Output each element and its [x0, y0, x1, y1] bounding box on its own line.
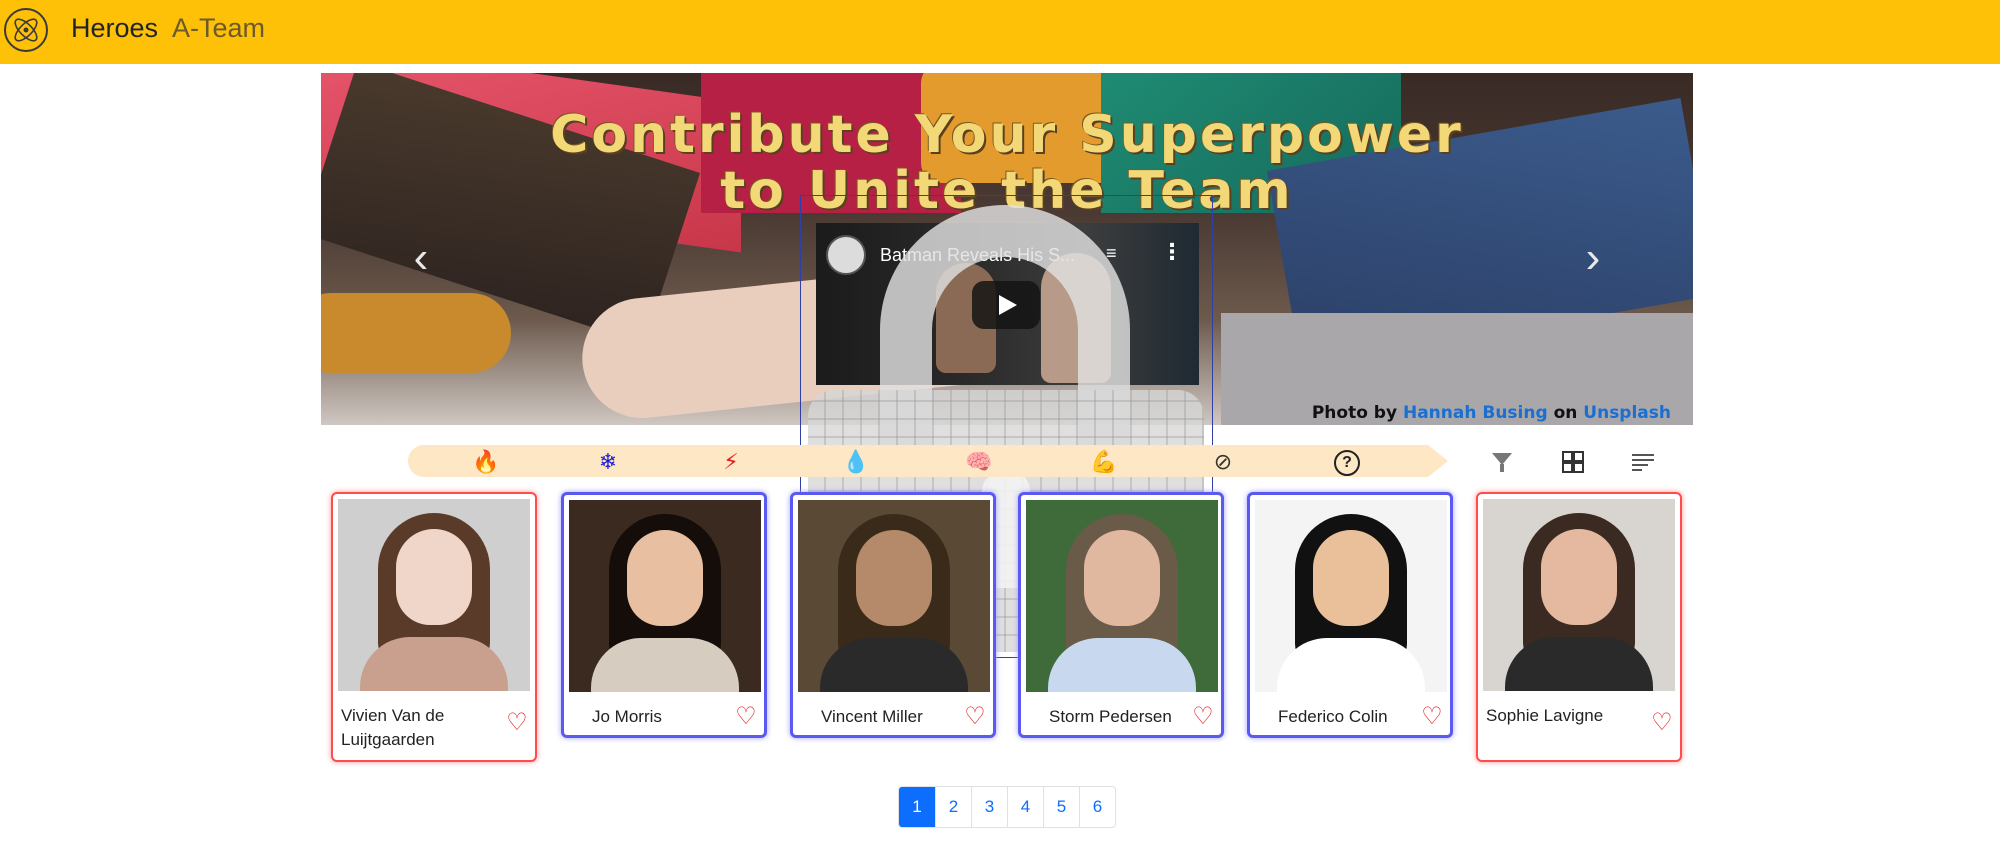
heart-outline-icon[interactable]: ♡ [734, 705, 758, 729]
lightning-icon[interactable]: ⚡ [718, 449, 744, 475]
hero-photo-torso [360, 637, 508, 691]
hero-card[interactable]: Jo Morris ♡ [561, 492, 767, 738]
grid-square [1562, 462, 1573, 473]
heart-outline-icon[interactable]: ♡ [1650, 711, 1674, 735]
page-link-1[interactable]: 1 [899, 787, 935, 827]
page-link-4[interactable]: 4 [1007, 787, 1043, 827]
hero-photo-torso [1048, 638, 1196, 692]
hero-card[interactable]: Vivien Van de Luijtgaarden ♡ [331, 492, 537, 762]
banner-photo-part [321, 293, 511, 373]
hero-photo-torso [1277, 638, 1425, 692]
banner-headline-line1: Contribute Your Superpower [550, 105, 1464, 165]
page-link-5[interactable]: 5 [1043, 787, 1079, 827]
hero-name: Jo Morris [592, 707, 662, 726]
hero-photo-face [1084, 530, 1160, 626]
hero-photo-face [627, 530, 703, 626]
grid-square [1573, 451, 1584, 462]
hero-card[interactable]: Storm Pedersen ♡ [1018, 492, 1224, 738]
pagination: 1 2 3 4 5 6 [898, 786, 1116, 828]
hero-photo [338, 499, 530, 691]
grid-square [1562, 451, 1573, 462]
list-view-icon[interactable] [1628, 446, 1658, 476]
chevron-right-icon[interactable]: › [1578, 233, 1608, 283]
photo-credit: Photo by Hannah Busing on Unsplash [1312, 403, 1671, 423]
photo-credit-author-link[interactable]: Hannah Busing [1403, 403, 1548, 423]
photo-credit-prefix: Photo by [1311, 403, 1403, 423]
page-link-3[interactable]: 3 [971, 787, 1007, 827]
heart-outline-icon[interactable]: ♡ [1420, 705, 1444, 729]
hero-card[interactable]: Sophie Lavigne ♡ [1476, 492, 1682, 762]
strength-icon[interactable]: 💪 [1090, 449, 1117, 475]
hero-photo [569, 500, 761, 692]
question-icon[interactable]: ? [1334, 450, 1360, 476]
fire-icon[interactable]: 🔥 [472, 449, 499, 475]
hero-photo-torso [1505, 637, 1653, 691]
hero-name: Federico Colin [1278, 707, 1388, 726]
hero-photo-face [856, 530, 932, 626]
mind-icon[interactable]: 🧠 [965, 449, 992, 475]
brand-title[interactable]: Heroes [71, 13, 158, 44]
grid-view-icon[interactable] [1557, 446, 1587, 476]
nav-link-a-team[interactable]: A-Team [172, 13, 265, 44]
list-line [1632, 454, 1654, 456]
water-drop-icon[interactable]: 💧 [842, 449, 869, 475]
list-line [1632, 459, 1654, 461]
hero-photo-torso [591, 638, 739, 692]
hero-card[interactable]: Federico Colin ♡ [1247, 492, 1453, 738]
hero-name: Vincent Miller [821, 707, 923, 726]
hero-photo [1483, 499, 1675, 691]
grid-square [1573, 462, 1584, 473]
heart-outline-icon[interactable]: ♡ [1191, 705, 1215, 729]
atom-circle-icon[interactable] [3, 7, 49, 53]
hero-name: Vivien Van de Luijtgaarden [341, 706, 445, 749]
list-line [1632, 464, 1648, 466]
photo-credit-middle: on [1547, 403, 1584, 423]
hero-name: Sophie Lavigne [1486, 706, 1604, 725]
hero-photo [798, 500, 990, 692]
hero-photo [1026, 500, 1218, 692]
hero-name: Storm Pedersen [1049, 707, 1172, 726]
hero-photo-face [1313, 530, 1389, 626]
list-line [1632, 469, 1642, 471]
filter-icon[interactable] [1487, 446, 1517, 476]
snowflake-icon[interactable]: ❄ [595, 449, 621, 475]
photo-credit-site-link[interactable]: Unsplash [1583, 403, 1671, 423]
hero-photo-face [1541, 529, 1617, 625]
hero-card[interactable]: Vincent Miller ♡ [790, 492, 996, 738]
heart-outline-icon[interactable]: ♡ [963, 705, 987, 729]
hero-photo-torso [820, 638, 968, 692]
heart-outline-icon[interactable]: ♡ [505, 711, 529, 735]
top-navbar: Heroes A-Team [0, 0, 2000, 64]
hero-photo-face [396, 529, 472, 625]
page-link-2[interactable]: 2 [935, 787, 971, 827]
hero-photo [1255, 500, 1447, 692]
chevron-left-icon[interactable]: ‹ [406, 233, 436, 283]
page-link-6[interactable]: 6 [1079, 787, 1115, 827]
invisible-eye-icon[interactable]: ⊘ [1210, 449, 1236, 475]
superpower-filter-bar [408, 445, 1448, 477]
